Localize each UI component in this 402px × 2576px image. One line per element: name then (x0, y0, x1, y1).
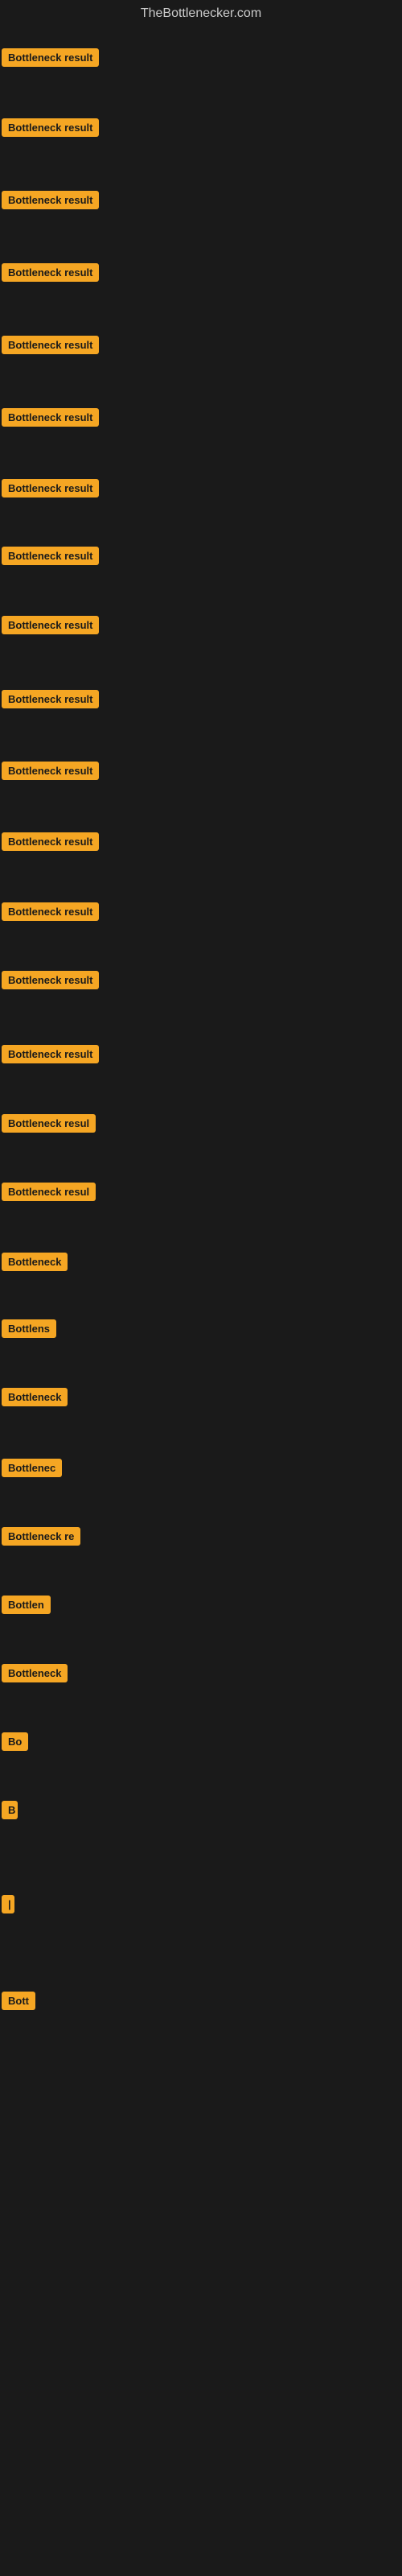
bottleneck-result-4: Bottleneck result (2, 263, 99, 286)
bottleneck-result-3: Bottleneck result (2, 191, 99, 213)
bottleneck-result-21: Bottlenec (2, 1459, 62, 1481)
bottleneck-badge-9: Bottleneck result (2, 616, 99, 634)
bottleneck-badge-12: Bottleneck result (2, 832, 99, 851)
bottleneck-result-23: Bottlen (2, 1596, 51, 1618)
bottleneck-badge-1: Bottleneck result (2, 48, 99, 67)
bottleneck-badge-16: Bottleneck resul (2, 1114, 96, 1133)
bottleneck-badge-24: Bottleneck (2, 1664, 68, 1682)
bottleneck-badge-27: | (2, 1895, 14, 1913)
bottleneck-result-10: Bottleneck result (2, 690, 99, 712)
bottleneck-badge-2: Bottleneck result (2, 118, 99, 137)
bottleneck-result-14: Bottleneck result (2, 971, 99, 993)
bottleneck-badge-23: Bottlen (2, 1596, 51, 1614)
bottleneck-badge-18: Bottleneck (2, 1253, 68, 1271)
bottleneck-badge-4: Bottleneck result (2, 263, 99, 282)
bottleneck-badge-10: Bottleneck result (2, 690, 99, 708)
bottleneck-result-16: Bottleneck resul (2, 1114, 96, 1137)
bottleneck-result-26: B (2, 1801, 18, 1823)
bottleneck-badge-3: Bottleneck result (2, 191, 99, 209)
bottleneck-badge-25: Bo (2, 1732, 28, 1751)
bottleneck-result-12: Bottleneck result (2, 832, 99, 855)
bottleneck-badge-5: Bottleneck result (2, 336, 99, 354)
bottleneck-result-19: Bottlens (2, 1319, 56, 1342)
bottleneck-result-11: Bottleneck result (2, 762, 99, 784)
site-title: TheBottlenecker.com (0, 0, 402, 27)
bottleneck-badge-22: Bottleneck re (2, 1527, 80, 1546)
bottleneck-result-24: Bottleneck (2, 1664, 68, 1686)
bottleneck-badge-6: Bottleneck result (2, 408, 99, 427)
bottleneck-result-6: Bottleneck result (2, 408, 99, 431)
bottleneck-result-22: Bottleneck re (2, 1527, 80, 1550)
bottleneck-result-9: Bottleneck result (2, 616, 99, 638)
bottleneck-result-25: Bo (2, 1732, 28, 1755)
bottleneck-badge-26: B (2, 1801, 18, 1819)
bottleneck-badge-8: Bottleneck result (2, 547, 99, 565)
bottleneck-result-15: Bottleneck result (2, 1045, 99, 1067)
bottleneck-result-28: Bott (2, 1992, 35, 2014)
bottleneck-badge-21: Bottlenec (2, 1459, 62, 1477)
bottleneck-badge-15: Bottleneck result (2, 1045, 99, 1063)
bottleneck-result-7: Bottleneck result (2, 479, 99, 502)
bottleneck-badge-20: Bottleneck (2, 1388, 68, 1406)
bottleneck-badge-14: Bottleneck result (2, 971, 99, 989)
bottleneck-result-1: Bottleneck result (2, 48, 99, 71)
bottleneck-result-17: Bottleneck resul (2, 1183, 96, 1205)
bottleneck-result-2: Bottleneck result (2, 118, 99, 141)
bottleneck-badge-13: Bottleneck result (2, 902, 99, 921)
bottleneck-badge-7: Bottleneck result (2, 479, 99, 497)
bottleneck-badge-19: Bottlens (2, 1319, 56, 1338)
bottleneck-result-18: Bottleneck (2, 1253, 68, 1275)
bottleneck-badge-28: Bott (2, 1992, 35, 2010)
bottleneck-result-13: Bottleneck result (2, 902, 99, 925)
bottleneck-badge-11: Bottleneck result (2, 762, 99, 780)
bottleneck-result-20: Bottleneck (2, 1388, 68, 1410)
bottleneck-result-27: | (2, 1895, 14, 1918)
bottleneck-badge-17: Bottleneck resul (2, 1183, 96, 1201)
bottleneck-result-5: Bottleneck result (2, 336, 99, 358)
bottleneck-result-8: Bottleneck result (2, 547, 99, 569)
